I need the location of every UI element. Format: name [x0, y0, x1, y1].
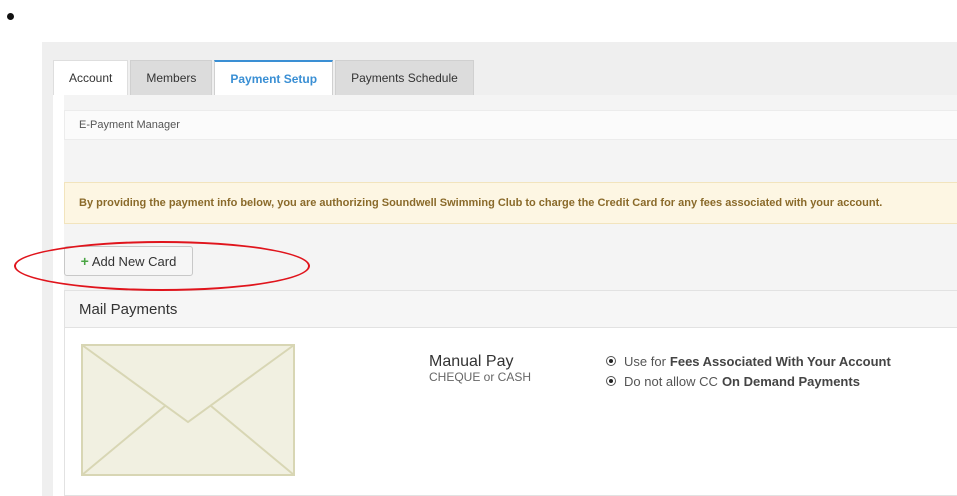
option-on-demand[interactable]: Do not allow CC On Demand Payments	[606, 371, 891, 391]
bullet-dot	[7, 13, 14, 20]
radio-selected-icon[interactable]	[606, 376, 616, 386]
authorization-notice-text: By providing the payment info below, you…	[79, 197, 883, 209]
mail-payments-panel: Mail Payments Manual Pay CHEQUE or CASH …	[64, 290, 957, 496]
mail-payments-title: Mail Payments	[79, 300, 178, 318]
tab-members[interactable]: Members	[130, 60, 213, 95]
payment-setup-area: E-Payment Manager By providing the payme…	[64, 95, 957, 496]
radio-selected-icon[interactable]	[606, 356, 616, 366]
tab-bar: Account Members Payment Setup Payments S…	[53, 60, 476, 95]
breadcrumb: E-Payment Manager	[64, 110, 957, 140]
breadcrumb-label: E-Payment Manager	[79, 119, 180, 131]
add-new-card-label: Add New Card	[91, 253, 177, 269]
envelope-icon	[81, 344, 295, 476]
mail-payments-header: Mail Payments	[65, 291, 957, 328]
option-prefix: Do not allow CC	[624, 373, 718, 389]
add-new-card-button[interactable]: + Add New Card	[64, 246, 193, 276]
authorization-notice: By providing the payment info below, you…	[64, 182, 957, 224]
payment-options: Use for Fees Associated With Your Accoun…	[606, 351, 891, 391]
manual-pay-subtitle: CHEQUE or CASH	[429, 370, 532, 384]
plus-icon: +	[80, 253, 89, 269]
option-bold: On Demand Payments	[721, 373, 860, 389]
tab-content: E-Payment Manager By providing the payme…	[53, 95, 957, 496]
account-panel: Account Members Payment Setup Payments S…	[42, 42, 957, 496]
tab-account[interactable]: Account	[53, 60, 129, 95]
manual-pay-title: Manual Pay	[429, 353, 514, 370]
option-bold: Fees Associated With Your Account	[669, 353, 891, 369]
option-fees-account[interactable]: Use for Fees Associated With Your Accoun…	[606, 351, 891, 371]
option-prefix: Use for	[624, 353, 666, 369]
tab-payment-setup[interactable]: Payment Setup	[214, 60, 334, 95]
tab-payments-schedule[interactable]: Payments Schedule	[335, 60, 474, 95]
